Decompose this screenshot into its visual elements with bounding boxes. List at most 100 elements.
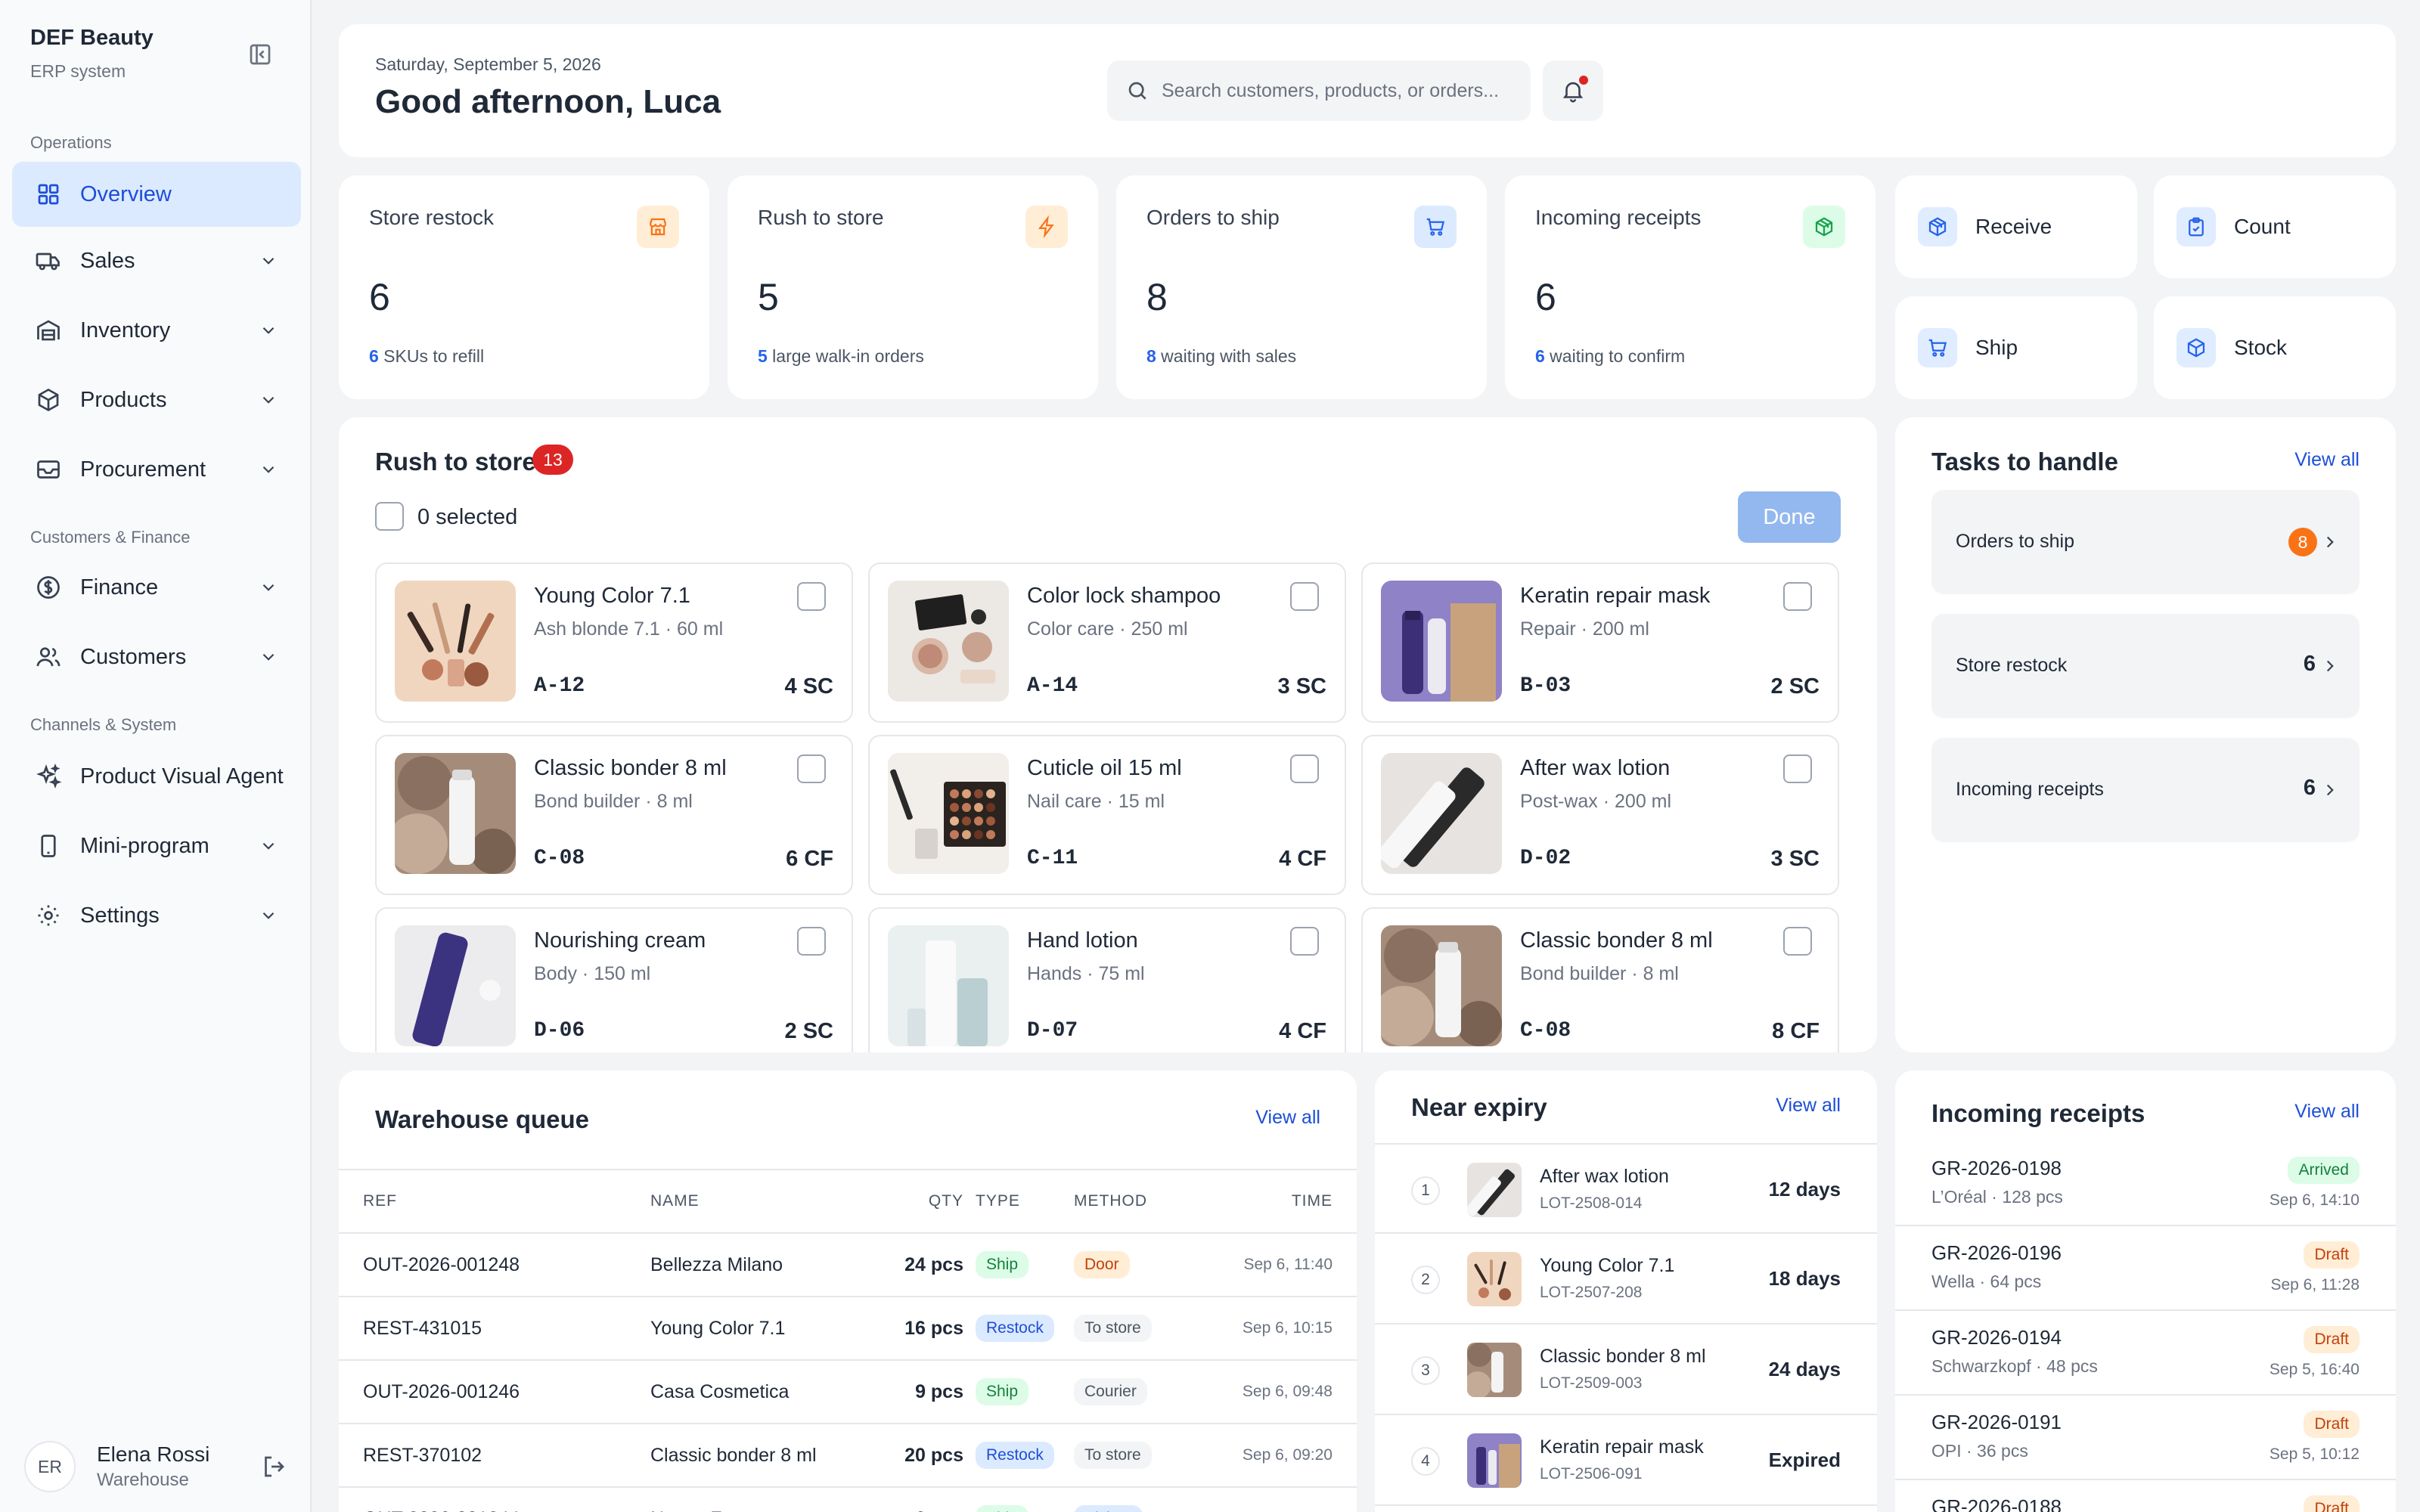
list-item[interactable]: GR-2026-0198 L’Oréal · 128 pcs Arrived S… bbox=[1895, 1142, 2396, 1226]
notifications-button[interactable] bbox=[1543, 60, 1603, 121]
brand: DEF Beauty ERP system bbox=[30, 26, 154, 82]
quick-action-label: Count bbox=[2234, 215, 2291, 238]
rank-badge: 4 bbox=[1411, 1447, 1440, 1476]
stat-card-rush-to-store[interactable]: Rush to store 5 5 large walk-in orders bbox=[728, 175, 1098, 399]
table-row[interactable]: REST-431015 Young Color 7.1 16 pcs Resto… bbox=[339, 1297, 1357, 1361]
product-quantity: 4 SC bbox=[784, 674, 833, 699]
product-checkbox[interactable] bbox=[1290, 927, 1319, 956]
select-all-checkbox[interactable] bbox=[375, 502, 404, 531]
notification-dot bbox=[1579, 76, 1588, 85]
cell-ref: OUT-2026-001244 bbox=[339, 1487, 650, 1512]
search-input[interactable] bbox=[1162, 79, 1517, 102]
sidebar-item-finance[interactable]: Finance bbox=[12, 555, 301, 620]
product-checkbox[interactable] bbox=[1783, 754, 1812, 783]
sidebar-item-sales[interactable]: Sales bbox=[12, 228, 301, 293]
sidebar-item-overview[interactable]: Overview bbox=[12, 162, 301, 227]
product-image bbox=[395, 581, 516, 702]
column-header[interactable]: NAME bbox=[650, 1169, 900, 1234]
cell-name: Casa Cosmetica bbox=[650, 1360, 900, 1424]
column-header[interactable]: QTY bbox=[900, 1169, 976, 1234]
collapse-sidebar-icon[interactable] bbox=[247, 41, 274, 68]
product-checkbox[interactable] bbox=[797, 582, 826, 611]
cart-icon bbox=[1414, 206, 1457, 248]
product-checkbox[interactable] bbox=[1783, 582, 1812, 611]
table-row[interactable]: OUT-2026-001246 Casa Cosmetica 9 pcs Shi… bbox=[339, 1360, 1357, 1424]
view-all-link[interactable]: View all bbox=[2294, 449, 2360, 471]
quick-action-stock[interactable]: Stock bbox=[2154, 296, 2396, 399]
sidebar-item-customers[interactable]: Customers bbox=[12, 624, 301, 689]
list-item[interactable]: GR-2026-0191 OPI · 36 pcs Draft Sep 5, 1… bbox=[1895, 1396, 2396, 1480]
task-label: Store restock bbox=[1956, 655, 2068, 676]
product-card[interactable]: Keratin repair mask Repair · 200 ml B-03… bbox=[1361, 562, 1839, 723]
task-label: Orders to ship bbox=[1956, 531, 2075, 552]
done-button[interactable]: Done bbox=[1738, 491, 1841, 543]
task-store-restock[interactable]: Store restock 6 bbox=[1931, 614, 2360, 718]
stat-card-incoming-receipts[interactable]: Incoming receipts 6 6 waiting to confirm bbox=[1505, 175, 1876, 399]
table-row[interactable]: OUT-2026-001248 Bellezza Milano 24 pcs S… bbox=[339, 1233, 1357, 1297]
cell-name: Nuova Forma bbox=[650, 1487, 900, 1512]
sidebar-item-product-visual-agent[interactable]: Product Visual Agent bbox=[12, 744, 301, 809]
task-incoming-receipts[interactable]: Incoming receipts 6 bbox=[1931, 738, 2360, 842]
chevron-right-icon bbox=[2326, 536, 2334, 548]
column-header[interactable]: REF bbox=[339, 1169, 650, 1234]
view-all-link[interactable]: View all bbox=[2294, 1101, 2360, 1123]
cell-time: Sep 6, 09:20 bbox=[1195, 1424, 1357, 1488]
avatar[interactable]: ER bbox=[24, 1441, 76, 1492]
product-checkbox[interactable] bbox=[1290, 582, 1319, 611]
list-item[interactable]: 2 Young Color 7.1 LOT-2507-208 18 days bbox=[1375, 1234, 1877, 1325]
sidebar-item-label: Settings bbox=[80, 903, 160, 928]
product-card[interactable]: Color lock shampoo Color care · 250 ml A… bbox=[868, 562, 1346, 723]
search-box[interactable] bbox=[1107, 60, 1531, 121]
product-checkbox[interactable] bbox=[1290, 754, 1319, 783]
sidebar-item-inventory[interactable]: Inventory bbox=[12, 298, 301, 363]
list-item[interactable]: GR-2026-0196 Wella · 64 pcs Draft Sep 6,… bbox=[1895, 1226, 2396, 1311]
stat-card-orders-to-ship[interactable]: Orders to ship 8 8 waiting with sales bbox=[1116, 175, 1487, 399]
column-header[interactable]: METHOD bbox=[1074, 1169, 1195, 1234]
product-name: Classic bonder 8 ml bbox=[534, 756, 727, 780]
list-item[interactable]: 4 Keratin repair mask LOT-2506-091 Expir… bbox=[1375, 1415, 1877, 1506]
lot-number: LOT-2509-003 bbox=[1540, 1374, 1643, 1392]
product-subtitle: Hands · 75 ml bbox=[1027, 963, 1145, 984]
quick-action-receive[interactable]: Receive bbox=[1895, 175, 2137, 278]
sidebar-item-label: Customers bbox=[80, 644, 187, 669]
product-card[interactable]: Young Color 7.1 Ash blonde 7.1 · 60 ml A… bbox=[375, 562, 853, 723]
type-badge: Ship bbox=[976, 1505, 1029, 1512]
sidebar-item-settings[interactable]: Settings bbox=[12, 883, 301, 948]
sidebar-item-procurement[interactable]: Procurement bbox=[12, 437, 301, 502]
view-all-link[interactable]: View all bbox=[1776, 1095, 1841, 1117]
product-checkbox[interactable] bbox=[1783, 927, 1812, 956]
list-item[interactable]: GR-2026-0194 Schwarzkopf · 48 pcs Draft … bbox=[1895, 1311, 2396, 1396]
logout-icon[interactable] bbox=[260, 1453, 287, 1480]
current-date: Saturday, September 5, 2026 bbox=[375, 54, 601, 74]
table-row[interactable]: REST-370102 Classic bonder 8 ml 20 pcs R… bbox=[339, 1424, 1357, 1488]
column-header[interactable]: TIME bbox=[1195, 1169, 1357, 1234]
column-header[interactable]: TYPE bbox=[976, 1169, 1074, 1234]
list-item[interactable]: 3 Classic bonder 8 ml LOT-2509-003 24 da… bbox=[1375, 1325, 1877, 1415]
rush-to-store-panel: Rush to store 13 0 selected Done Young C… bbox=[339, 417, 1877, 1052]
list-item[interactable]: GR-2026-0188 Draft bbox=[1895, 1480, 2396, 1512]
sidebar-item-mini-program[interactable]: Mini-program bbox=[12, 813, 301, 878]
type-badge: Restock bbox=[976, 1315, 1054, 1342]
product-quantity: 4 CF bbox=[1279, 847, 1326, 871]
quick-action-label: Stock bbox=[2234, 336, 2288, 359]
product-card[interactable]: Hand lotion Hands · 75 ml D-07 4 CF bbox=[868, 907, 1346, 1052]
product-card[interactable]: After wax lotion Post-wax · 200 ml D-02 … bbox=[1361, 735, 1839, 895]
tasks-panel: Tasks to handle View all Orders to ship … bbox=[1895, 417, 2396, 1052]
chevron-down-icon bbox=[262, 653, 275, 661]
stat-sub-label: large walk-in orders bbox=[767, 346, 924, 366]
truck-icon bbox=[36, 253, 60, 271]
list-item[interactable]: 1 After wax lotion LOT-2508-014 12 days bbox=[1375, 1143, 1877, 1234]
table-row[interactable]: OUT-2026-001244 Nuova Forma 6 pcs Ship P… bbox=[339, 1487, 1357, 1512]
product-card[interactable]: Cuticle oil 15 ml Nail care · 15 ml C-11… bbox=[868, 735, 1346, 895]
product-card[interactable]: Classic bonder 8 ml Bond builder · 8 ml … bbox=[375, 735, 853, 895]
quick-action-ship[interactable]: Ship bbox=[1895, 296, 2137, 399]
quick-action-count[interactable]: Count bbox=[2154, 175, 2396, 278]
product-checkbox[interactable] bbox=[797, 927, 826, 956]
product-card[interactable]: Classic bonder 8 ml Bond builder · 8 ml … bbox=[1361, 907, 1839, 1052]
stat-card-store-restock[interactable]: Store restock 6 6 SKUs to refill bbox=[339, 175, 709, 399]
view-all-link[interactable]: View all bbox=[1255, 1107, 1320, 1129]
sidebar-item-products[interactable]: Products bbox=[12, 367, 301, 432]
task-orders-to-ship[interactable]: Orders to ship 8 bbox=[1931, 490, 2360, 594]
product-checkbox[interactable] bbox=[797, 754, 826, 783]
product-card[interactable]: Nourishing cream Body · 150 ml D-06 2 SC bbox=[375, 907, 853, 1052]
